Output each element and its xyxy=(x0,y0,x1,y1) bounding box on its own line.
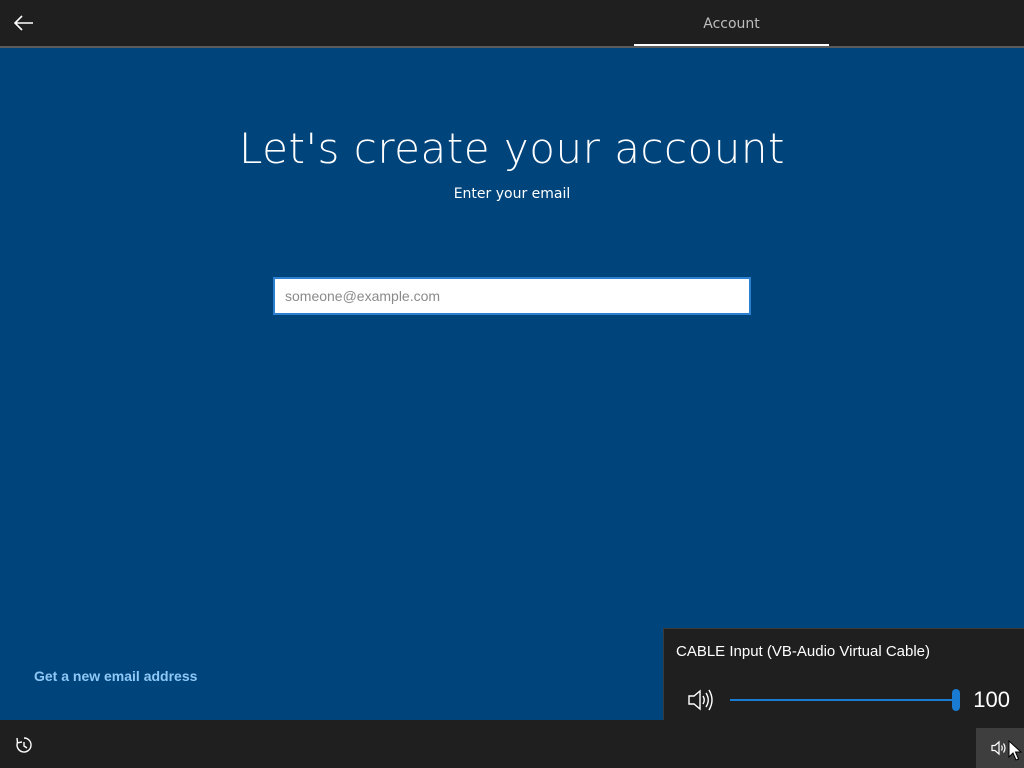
volume-slider-fill xyxy=(730,699,952,701)
mouse-cursor-icon xyxy=(1008,740,1022,761)
volume-slider-thumb[interactable] xyxy=(952,689,960,711)
email-field[interactable] xyxy=(273,277,751,315)
volume-flyout: CABLE Input (VB-Audio Virtual Cable) 100 xyxy=(663,628,1024,720)
speaker-icon xyxy=(991,740,1006,756)
page-title: Let's create your account xyxy=(238,124,786,173)
tab-account[interactable]: Account xyxy=(634,0,829,46)
audio-device-name: CABLE Input (VB-Audio Virtual Cable) xyxy=(676,643,931,660)
tab-account-label: Account xyxy=(703,16,760,32)
back-button[interactable] xyxy=(8,6,40,40)
page-subtitle: Enter your email xyxy=(453,186,571,202)
get-new-email-link[interactable]: Get a new email address xyxy=(34,668,197,684)
ease-of-access-icon xyxy=(16,737,32,753)
speaker-icon[interactable] xyxy=(686,687,714,713)
volume-slider[interactable] xyxy=(730,689,960,711)
ease-of-access-button[interactable] xyxy=(12,735,36,755)
top-bar: Account xyxy=(0,0,1024,48)
volume-value: 100 xyxy=(973,687,1010,712)
arrow-left-icon xyxy=(14,15,33,31)
bottom-bar xyxy=(0,720,1024,768)
